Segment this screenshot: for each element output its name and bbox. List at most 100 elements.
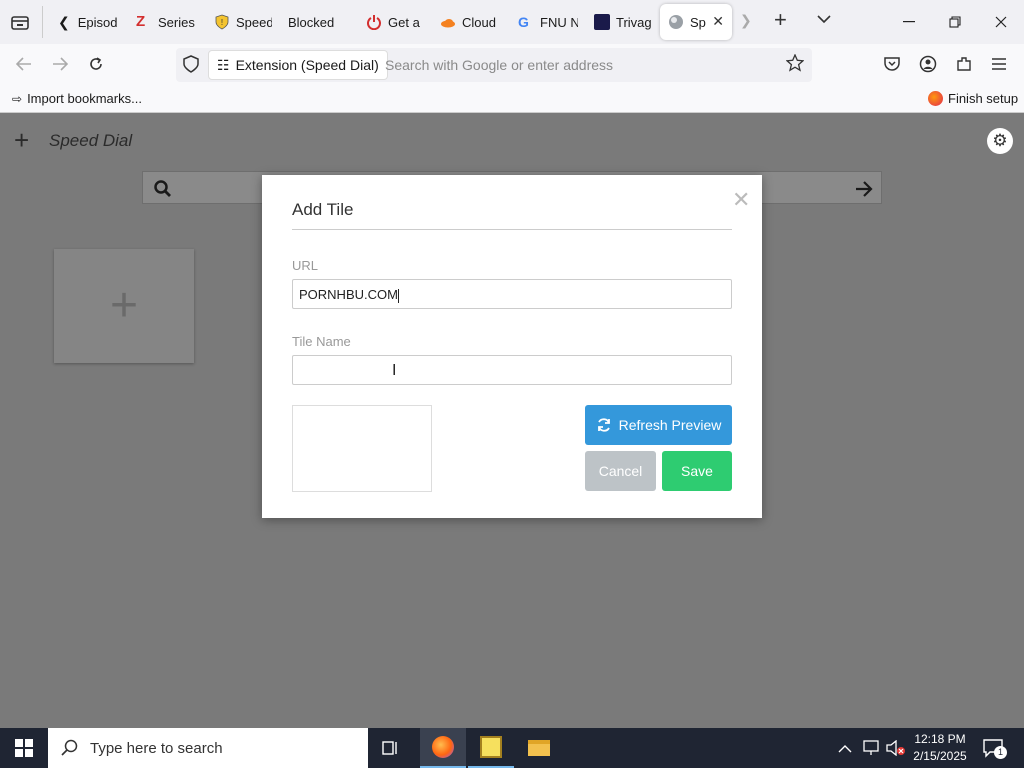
tab-series[interactable]: Z Series: [128, 4, 198, 40]
globe-icon: [669, 15, 683, 29]
all-tabs-icon[interactable]: [6, 10, 34, 34]
tab-label: FNU N: [540, 14, 578, 30]
refresh-preview-button[interactable]: Refresh Preview: [585, 405, 732, 445]
search-icon: [154, 180, 171, 197]
url-placeholder[interactable]: Search with Google or enter address: [385, 57, 613, 73]
pocket-icon[interactable]: [883, 56, 901, 77]
tab-get-a[interactable]: Get a: [358, 4, 428, 40]
speed-dial-title: Speed Dial: [49, 131, 133, 150]
search-icon: [61, 739, 78, 756]
clock-date: 2/15/2025: [913, 749, 967, 763]
import-bookmarks-link[interactable]: ⇨ Import bookmarks...: [12, 91, 142, 106]
minimize-button[interactable]: [886, 0, 932, 44]
plus-icon: +: [109, 279, 139, 332]
forward-button[interactable]: [44, 48, 76, 80]
save-label: Save: [681, 463, 713, 479]
url-label: URL: [292, 258, 319, 273]
reload-button[interactable]: [80, 48, 112, 80]
tab-trivago[interactable]: Trivag: [586, 4, 654, 40]
notification-center-icon[interactable]: 1: [982, 738, 1007, 763]
svg-text:!: !: [221, 18, 223, 27]
tab-episode[interactable]: ❮ Episod: [50, 4, 120, 40]
volume-muted-icon[interactable]: [886, 739, 906, 761]
windows-logo-icon: [15, 739, 33, 757]
network-icon[interactable]: [862, 740, 880, 761]
settings-gear-icon[interactable]: ⚙: [987, 128, 1013, 154]
close-icon[interactable]: ✕: [732, 187, 750, 213]
extensions-icon[interactable]: [955, 55, 973, 78]
tab-label: Episod: [77, 14, 118, 30]
taskbar-spongebob-app[interactable]: [468, 728, 514, 768]
extension-chip[interactable]: ☷ Extension (Speed Dial): [208, 50, 388, 80]
dialog-title: Add Tile: [292, 200, 354, 219]
clock[interactable]: 12:18 PM 2/15/2025: [910, 731, 970, 765]
taskbar-file-explorer[interactable]: [516, 728, 562, 768]
refresh-preview-label: Refresh Preview: [618, 417, 722, 433]
add-tile-placeholder[interactable]: +: [54, 249, 194, 363]
dialog-divider: [292, 229, 732, 230]
power-icon: [367, 15, 381, 30]
clock-time: 12:18 PM: [914, 732, 966, 746]
start-button[interactable]: [0, 728, 48, 768]
tab-label: Series: [158, 14, 195, 30]
spongebob-icon: [480, 736, 502, 758]
tab-label: Trivag: [616, 14, 652, 30]
tab-blocked[interactable]: Blocked: [280, 4, 350, 40]
account-icon[interactable]: [919, 55, 937, 78]
restore-button[interactable]: [932, 0, 978, 44]
tab-label: Sp: [690, 14, 706, 30]
taskbar-search-placeholder: Type here to search: [90, 739, 223, 757]
finish-setup-label: Finish setup: [948, 91, 1019, 106]
arrow-right-icon[interactable]: [854, 180, 874, 198]
system-tray-chevron-icon[interactable]: [838, 741, 852, 759]
shield-icon: !: [215, 14, 229, 30]
finish-setup-link[interactable]: Finish setup: [928, 91, 1018, 106]
tracking-protection-icon[interactable]: [182, 55, 200, 78]
add-tile-dialog: Add Tile ✕ URL PORNHBU.COM Tile Name I R…: [262, 175, 762, 518]
add-group-icon[interactable]: +: [14, 127, 29, 153]
close-window-button[interactable]: [978, 0, 1024, 44]
cloudflare-icon: [441, 19, 455, 28]
taskbar-firefox[interactable]: [420, 728, 466, 768]
new-tab-icon[interactable]: +: [774, 9, 787, 31]
import-icon: ⇨: [12, 91, 23, 106]
tab-bar: ❮ Episod Z Series ! Speed Blocked Get a …: [0, 0, 1024, 44]
list-tabs-icon[interactable]: [816, 12, 832, 30]
chevron-left-icon: ❮: [58, 13, 70, 30]
cancel-label: Cancel: [598, 463, 643, 479]
tile-name-label: Tile Name: [292, 334, 351, 349]
tab-speed-dial-active[interactable]: Sp ✕: [660, 4, 732, 40]
tab-fnu[interactable]: G FNU N: [510, 4, 578, 40]
tile-name-field[interactable]: [292, 355, 732, 385]
firefox-icon: [928, 91, 943, 106]
tab-label: Get a: [388, 14, 420, 30]
url-field[interactable]: PORNHBU.COM: [292, 279, 732, 309]
tile-preview: [292, 405, 432, 492]
close-tab-icon[interactable]: ✕: [712, 13, 724, 30]
chevron-right-icon[interactable]: ❯: [740, 12, 752, 29]
taskbar-search-box[interactable]: Type here to search: [48, 728, 368, 768]
tab-label: Cloud: [462, 14, 496, 30]
save-button[interactable]: Save: [662, 451, 732, 491]
zeta-logo-icon: Z: [136, 13, 146, 30]
firefox-icon: [432, 736, 454, 758]
tab-cloud[interactable]: Cloud: [432, 4, 500, 40]
refresh-icon: [597, 418, 610, 432]
google-icon: G: [518, 14, 529, 30]
puzzle-icon: ☷: [217, 56, 230, 73]
tab-speed[interactable]: ! Speed: [206, 4, 272, 40]
menu-icon[interactable]: [991, 57, 1007, 76]
import-bookmarks-label: Import bookmarks...: [27, 91, 142, 106]
back-button[interactable]: [8, 48, 40, 80]
notification-badge: 1: [994, 746, 1007, 759]
bookmarks-toolbar: ⇨ Import bookmarks... Finish setup: [0, 86, 1024, 113]
text-cursor: [397, 288, 399, 303]
ibeam-cursor-icon: I: [392, 362, 397, 379]
tab-label: Speed: [236, 14, 272, 30]
bookmark-star-icon[interactable]: [785, 53, 805, 77]
extension-chip-label: Extension (Speed Dial): [235, 57, 379, 73]
tab-favicon-icon: [594, 14, 610, 30]
task-view-icon[interactable]: [380, 738, 400, 763]
cancel-button[interactable]: Cancel: [585, 451, 656, 491]
folder-icon: [528, 740, 550, 756]
